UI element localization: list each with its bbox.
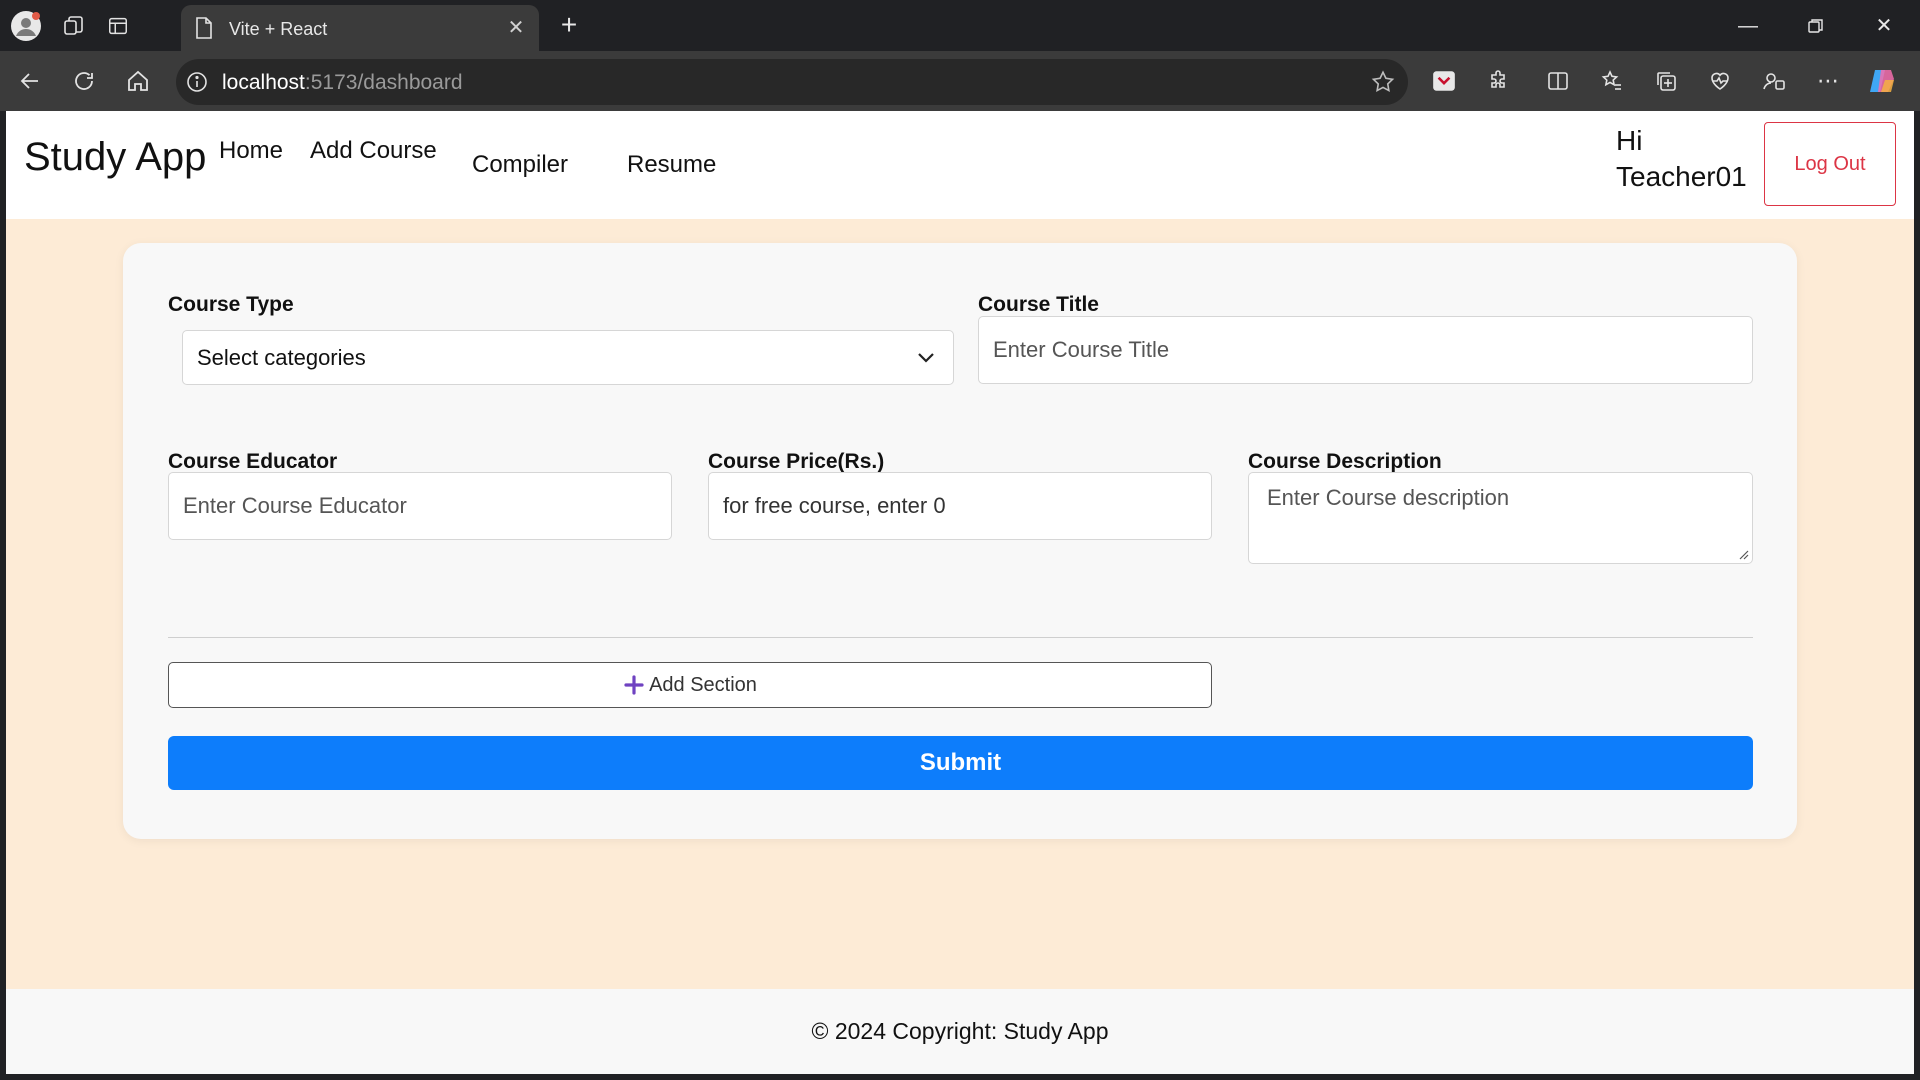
favorite-star-icon[interactable] — [1370, 69, 1396, 95]
browser-essentials-icon[interactable] — [1704, 65, 1736, 97]
submit-button[interactable]: Submit — [168, 736, 1753, 790]
vertical-tabs-icon[interactable] — [102, 10, 134, 42]
restore-icon[interactable] — [1798, 8, 1834, 44]
course-price-placeholder: for free course, enter 0 — [723, 493, 946, 518]
url-text: localhost:5173/dashboard — [222, 71, 463, 94]
close-tab-icon[interactable]: ✕ — [505, 17, 527, 39]
favorites-icon[interactable] — [1596, 65, 1628, 97]
page-icon — [193, 16, 215, 40]
course-type-label: Course Type — [168, 293, 294, 316]
pocket-extension-icon[interactable] — [1428, 65, 1460, 97]
address-bar[interactable]: localhost:5173/dashboard — [176, 59, 1408, 105]
course-price-label: Course Price(Rs.) — [708, 450, 885, 473]
form-divider — [168, 637, 1753, 638]
site-info-icon[interactable] — [186, 71, 208, 93]
course-title-placeholder: Enter Course Title — [993, 337, 1170, 362]
greeting-username: Teacher01 — [1616, 161, 1747, 192]
course-description-placeholder: Enter Course description — [1267, 485, 1510, 510]
home-icon[interactable] — [120, 63, 156, 99]
footer: © 2024 Copyright: Study App — [6, 989, 1914, 1074]
nav-resume-link[interactable]: Resume — [627, 151, 716, 179]
more-options-icon[interactable]: ⋯ — [1812, 65, 1844, 97]
browser-titlebar: Vite + React ✕ + — ✕ — [0, 0, 1920, 51]
page-content: Study App Home Add Course Compiler Resum… — [6, 111, 1914, 1074]
tab-title: Vite + React — [229, 19, 328, 39]
course-type-value: Select categories — [197, 344, 366, 370]
user-greeting: Hi Teacher01 — [1616, 123, 1756, 195]
brand-logo[interactable]: Study App — [24, 135, 206, 180]
course-description-textarea[interactable]: Enter Course description — [1248, 472, 1753, 564]
app-navbar: Study App Home Add Course Compiler Resum… — [6, 111, 1914, 219]
split-screen-icon[interactable] — [1542, 65, 1574, 97]
course-educator-input[interactable]: Enter Course Educator — [168, 472, 672, 540]
course-price-input[interactable]: for free course, enter 0 — [708, 472, 1212, 540]
course-title-input[interactable]: Enter Course Title — [978, 316, 1753, 384]
new-tab-icon[interactable]: + — [553, 10, 585, 42]
nav-home-link[interactable]: Home — [219, 137, 283, 165]
add-section-button[interactable]: Add Section — [168, 662, 1212, 708]
course-title-label: Course Title — [978, 293, 1099, 316]
course-description-label: Course Description — [1248, 450, 1442, 473]
close-window-icon[interactable]: ✕ — [1866, 8, 1902, 44]
browser-tab-active[interactable]: Vite + React ✕ — [181, 5, 539, 51]
back-icon[interactable] — [12, 63, 48, 99]
profile-sync-icon[interactable] — [1758, 65, 1790, 97]
collections-icon[interactable] — [1650, 65, 1682, 97]
logout-button[interactable]: Log Out — [1764, 122, 1896, 206]
course-educator-label: Course Educator — [168, 450, 338, 473]
resize-grip-icon[interactable] — [1739, 550, 1749, 560]
course-educator-placeholder: Enter Course Educator — [183, 493, 407, 518]
add-course-form: Course Type Select categories Course Tit… — [123, 243, 1797, 839]
nav-compiler-link[interactable]: Compiler — [472, 151, 568, 179]
copilot-icon[interactable] — [1866, 65, 1898, 97]
add-section-label: Add Section — [649, 673, 757, 696]
greeting-hi: Hi — [1616, 125, 1643, 156]
nav-add-course-link[interactable]: Add Course — [310, 137, 437, 165]
course-type-select[interactable]: Select categories — [182, 330, 954, 385]
plus-icon — [624, 675, 644, 695]
workspaces-icon[interactable] — [58, 10, 90, 42]
refresh-icon[interactable] — [66, 63, 102, 99]
chevron-down-icon — [918, 352, 934, 363]
minimize-icon[interactable]: — — [1730, 8, 1766, 44]
footer-copyright: © 2024 Copyright: Study App — [811, 1018, 1109, 1044]
profile-avatar-icon[interactable] — [10, 10, 42, 42]
browser-toolbar: localhost:5173/dashboard ⋯ — [0, 51, 1920, 111]
extensions-puzzle-icon[interactable] — [1483, 65, 1515, 97]
